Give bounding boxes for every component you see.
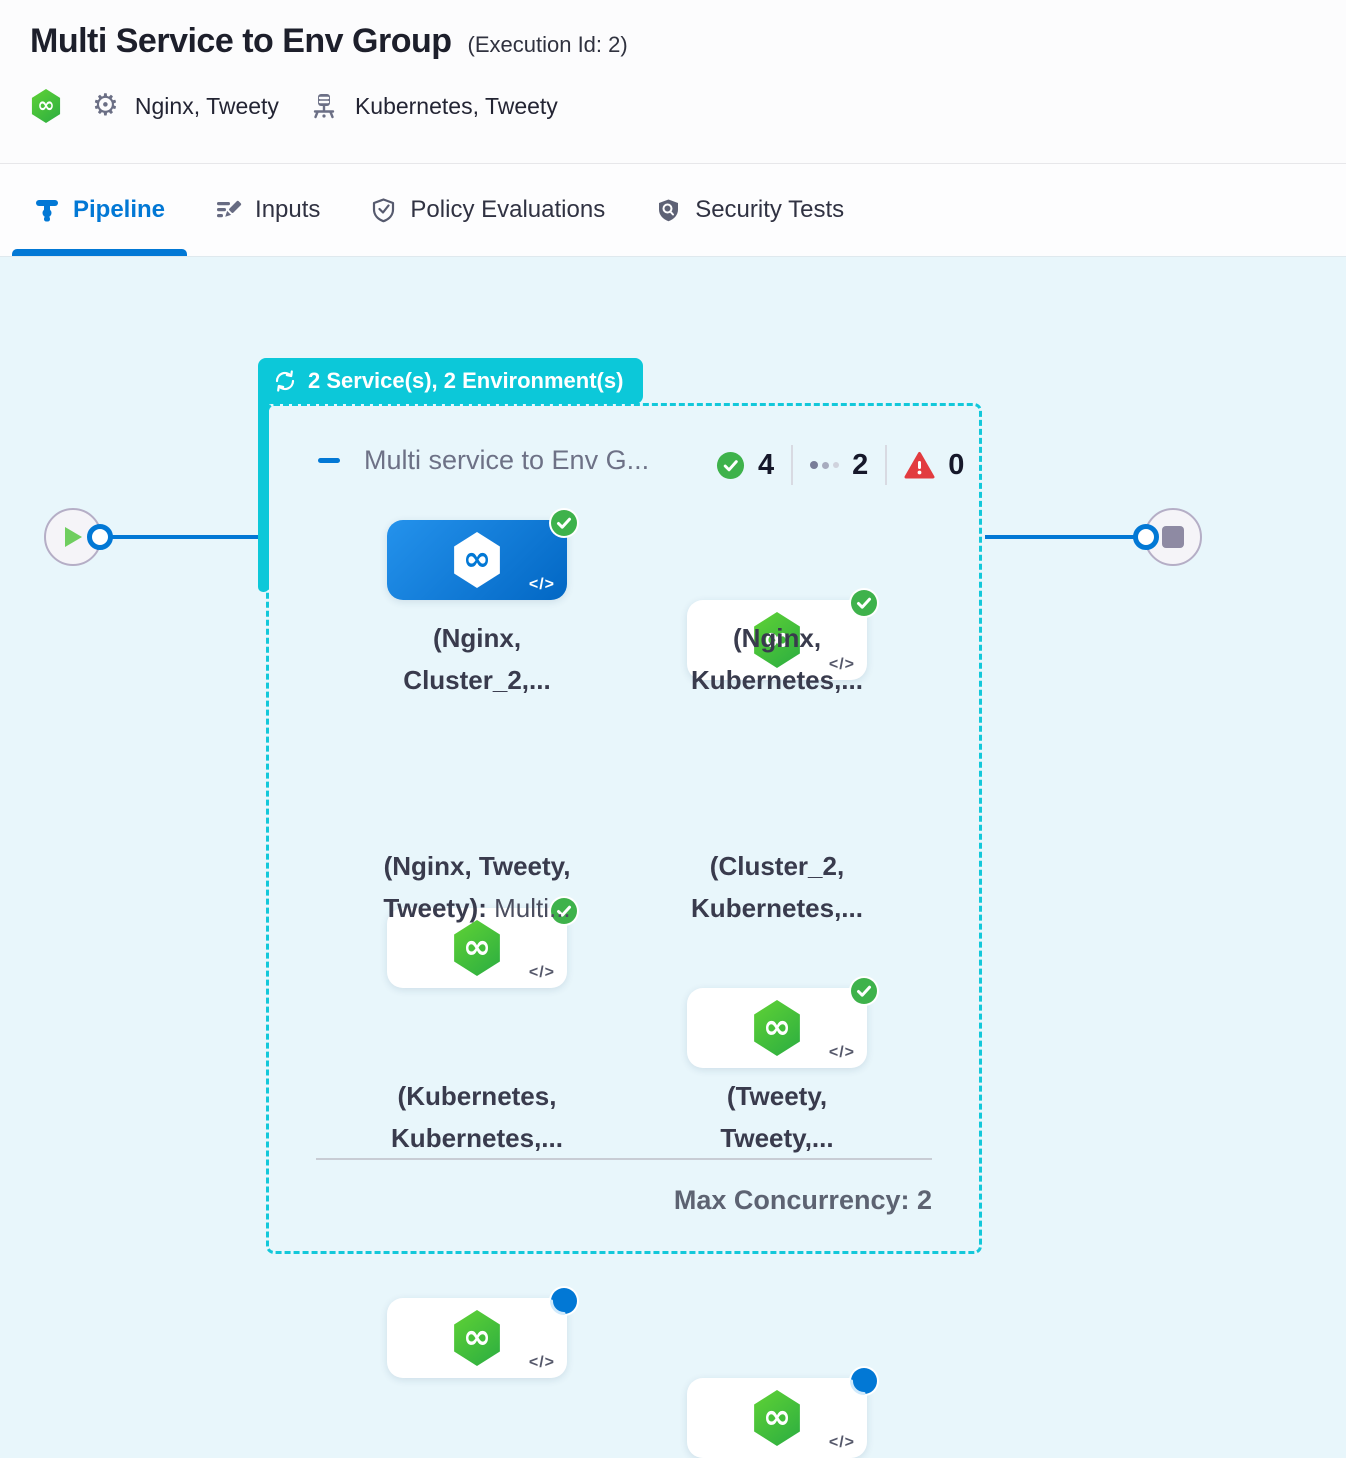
execution-id: (Execution Id: 2)	[468, 32, 628, 58]
tab-inputs-label: Inputs	[255, 196, 320, 224]
node-label: (Nginx, Cluster_2,...	[327, 617, 627, 701]
failed-count-icon	[904, 451, 935, 480]
matrix-strip	[258, 403, 269, 592]
edge-connector-right	[1133, 524, 1159, 550]
minus-icon	[318, 458, 340, 463]
max-concurrency-label: Max Concurrency: 2	[316, 1185, 932, 1216]
pipeline-node-card-nginx-cluster2[interactable]: ∞ </>	[387, 520, 567, 600]
stage-matrix-badge-label: 2 Service(s), 2 Environment(s)	[308, 368, 623, 394]
inputs-tab-icon	[215, 197, 242, 224]
security-shield-search-icon	[655, 197, 682, 224]
status-running-spinner-icon	[549, 1286, 579, 1316]
page-title: Multi Service to Env Group	[30, 22, 452, 61]
tab-policy-evaluations-label: Policy Evaluations	[410, 196, 605, 224]
services-summary: ⚙ Nginx, Tweety	[92, 91, 279, 121]
node-label: (Tweety, Tweety,...	[627, 1075, 927, 1159]
status-success-icon	[849, 588, 879, 618]
harness-step-icon: ∞	[451, 532, 503, 588]
stage-title[interactable]: Multi service to Env G...	[364, 445, 649, 476]
status-running-spinner-icon	[849, 1366, 879, 1396]
edge-connector-left	[87, 524, 113, 550]
code-icon: </>	[529, 1354, 555, 1372]
harness-step-icon: ∞	[751, 1390, 803, 1446]
pipeline-node-card-tweety-tweety[interactable]: ∞ </>	[687, 1378, 867, 1458]
collapse-stage-button[interactable]	[318, 458, 340, 463]
harness-pipeline-icon: ∞	[30, 89, 62, 123]
code-icon: </>	[529, 964, 555, 982]
tab-pipeline-label: Pipeline	[73, 196, 165, 224]
environments-summary-label: Kubernetes, Tweety	[355, 93, 558, 120]
execution-header: Multi Service to Env Group (Execution Id…	[0, 0, 1346, 164]
play-icon	[62, 525, 84, 549]
policy-shield-check-icon	[370, 197, 397, 224]
node-label: (Nginx, Kubernetes,...	[627, 617, 927, 701]
edge-start-to-stage	[100, 535, 262, 539]
success-count: 4	[758, 449, 774, 482]
tab-policy-evaluations[interactable]: Policy Evaluations	[370, 164, 605, 256]
counts-divider	[885, 445, 887, 485]
harness-step-icon: ∞	[751, 1000, 803, 1056]
tab-inputs[interactable]: Inputs	[215, 164, 320, 256]
environments-summary: Kubernetes, Tweety	[309, 91, 558, 121]
pipeline-node-card-cluster2-kubernetes[interactable]: ∞ </>	[687, 988, 867, 1068]
edge-stage-to-end	[985, 535, 1146, 539]
execution-meta-row: ∞ ⚙ Nginx, Tweety Kubernetes, Tweety	[30, 89, 1346, 123]
node-label: (Kubernetes, Kubernetes,...	[327, 1075, 627, 1159]
node-label: (Cluster_2, Kubernetes,...	[627, 845, 927, 929]
stage-header: Multi service to Env G...	[318, 445, 649, 476]
pipeline-tab-icon	[34, 197, 60, 223]
failed-count: 0	[948, 449, 964, 482]
code-icon: </>	[529, 576, 555, 594]
status-success-icon	[849, 976, 879, 1006]
tab-security-tests[interactable]: Security Tests	[655, 164, 844, 256]
node-label: (Nginx, Tweety, Tweety): Multi...	[327, 845, 627, 929]
running-count: 2	[852, 449, 868, 482]
gear-icon: ⚙	[92, 91, 119, 121]
counts-divider	[791, 445, 793, 485]
loop-strategy-icon	[273, 369, 297, 393]
tab-security-tests-label: Security Tests	[695, 196, 844, 224]
pipeline-node-card-kubernetes-kubernetes[interactable]: ∞ </>	[387, 1298, 567, 1378]
max-concurrency-divider	[316, 1158, 932, 1160]
running-count-icon	[810, 461, 839, 469]
stage-status-counts: 4 2 0	[716, 443, 964, 487]
harness-step-icon: ∞	[451, 1310, 503, 1366]
status-success-icon	[549, 508, 579, 538]
title-row: Multi Service to Env Group (Execution Id…	[30, 22, 1346, 61]
stop-icon	[1162, 526, 1184, 548]
pipeline-canvas[interactable]: 2 Service(s), 2 Environment(s) Multi ser…	[0, 257, 1346, 1324]
environment-icon	[309, 91, 339, 121]
execution-tabbar: Pipeline Inputs Policy Evaluations	[0, 164, 1346, 257]
tab-pipeline[interactable]: Pipeline	[34, 164, 165, 256]
stage-matrix-badge[interactable]: 2 Service(s), 2 Environment(s)	[258, 358, 643, 404]
code-icon: </>	[829, 1044, 855, 1062]
services-summary-label: Nginx, Tweety	[135, 93, 279, 120]
code-icon: </>	[829, 1434, 855, 1452]
success-count-icon	[716, 451, 745, 480]
